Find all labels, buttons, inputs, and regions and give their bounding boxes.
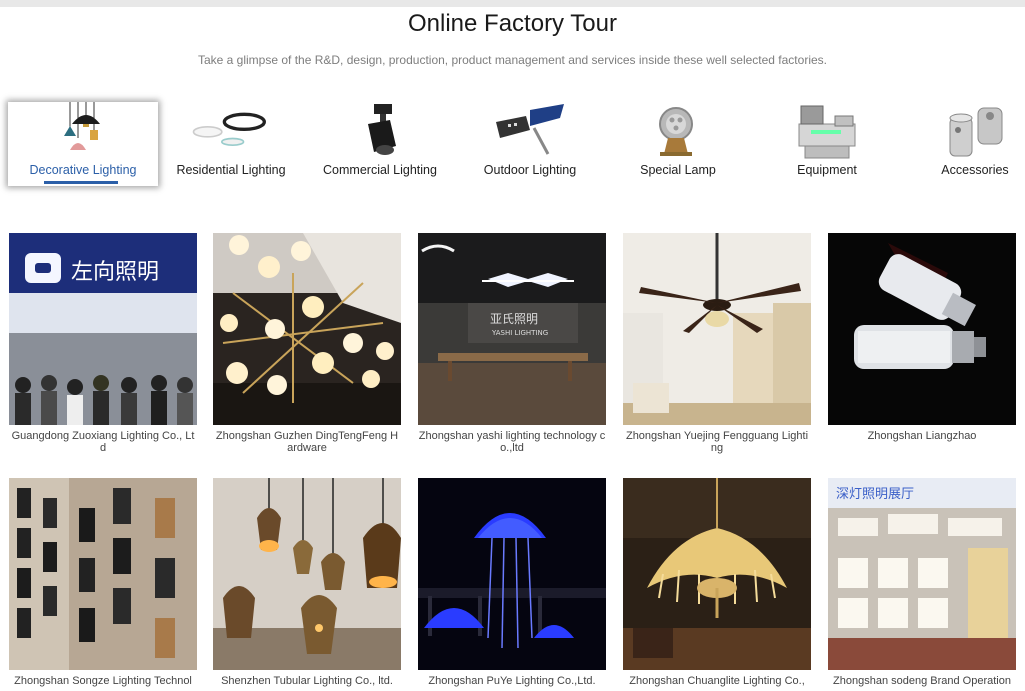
factory-card[interactable]: Zhongshan Yuejing Fengguang Lighting [623, 233, 811, 454]
factory-photo[interactable] [418, 478, 606, 670]
factory-card[interactable]: Zhongshan Chuanglite Lighting Co., [623, 478, 811, 687]
factory-name[interactable]: Zhongshan sodeng Brand Operation [828, 675, 1016, 687]
factory-card[interactable]: Zhongshan PuYe Lighting Co.,Ltd. [418, 478, 606, 687]
factory-name[interactable]: Zhongshan PuYe Lighting Co.,Ltd. [418, 675, 606, 687]
factory-name[interactable]: Shenzhen Tubular Lighting Co., ltd. [213, 675, 401, 687]
factory-card[interactable]: Shenzhen Tubular Lighting Co., ltd. [213, 478, 401, 687]
factory-name[interactable]: Guangdong Zuoxiang Lighting Co., Ltd [9, 430, 197, 454]
factory-card[interactable]: 亚氏照明 YASHI LIGHTING Zhongshan yashi ligh… [418, 233, 606, 454]
factory-grid: 左向照明 Guangdong Zuoxiang Lighting Co., Lt… [0, 0, 1025, 691]
sign-subtext: YASHI LIGHTING [491, 329, 548, 337]
factory-card[interactable]: Zhongshan Songze Lighting Technol [9, 478, 197, 687]
factory-card[interactable]: Zhongshan Guzhen DingTengFeng Hardware [213, 233, 401, 454]
factory-photo[interactable]: 深灯照明展厅 [828, 478, 1016, 670]
factory-name[interactable]: Zhongshan Songze Lighting Technol [9, 675, 197, 687]
factory-card[interactable]: 左向照明 Guangdong Zuoxiang Lighting Co., Lt… [9, 233, 197, 454]
factory-name[interactable]: Zhongshan Liangzhao [828, 430, 1016, 442]
factory-photo[interactable] [213, 478, 401, 670]
factory-photo[interactable] [623, 478, 811, 670]
factory-card[interactable]: Zhongshan Liangzhao [828, 233, 1016, 442]
sign-text: 亚氏照明 [490, 312, 538, 326]
factory-name[interactable]: Zhongshan Guzhen DingTengFeng Hardware [213, 430, 401, 454]
factory-photo[interactable]: 左向照明 [9, 233, 197, 425]
factory-name[interactable]: Zhongshan Chuanglite Lighting Co., [623, 675, 811, 687]
factory-photo[interactable] [213, 233, 401, 425]
factory-photo[interactable] [9, 478, 197, 670]
factory-name[interactable]: Zhongshan yashi lighting technology co.,… [418, 430, 606, 454]
sign-text: 深灯照明展厅 [836, 487, 914, 502]
factory-card[interactable]: 深灯照明展厅 Zhongshan sodeng Brand Operation [828, 478, 1016, 687]
factory-photo[interactable]: 亚氏照明 YASHI LIGHTING [418, 233, 606, 425]
sign-text: 左向照明 [71, 260, 159, 285]
factory-name[interactable]: Zhongshan Yuejing Fengguang Lighting [623, 430, 811, 454]
factory-photo[interactable] [828, 233, 1016, 425]
factory-photo[interactable] [623, 233, 811, 425]
